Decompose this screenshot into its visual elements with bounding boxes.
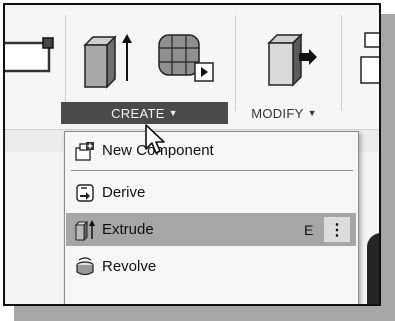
assemble-icon[interactable] [357, 27, 381, 87]
revolve-icon [76, 256, 94, 275]
modify-label: MODIFY [251, 105, 304, 121]
menu-item-label: Extrude [102, 221, 154, 238]
sketch-rectangle-icon[interactable] [5, 33, 57, 79]
toolbar-separator [65, 15, 66, 111]
new-component-icon [75, 141, 94, 161]
more-options-button[interactable]: ⋮ [324, 217, 350, 242]
create-form-icon[interactable] [155, 29, 225, 87]
create-dropdown-menu: New Component Derive Extrude E ⋮ Revolve [64, 131, 359, 304]
press-pull-icon[interactable] [263, 29, 319, 87]
toolbar-separator [235, 15, 236, 111]
extrude-tool-icon[interactable] [81, 31, 137, 89]
chevron-down-icon: ▼ [307, 108, 317, 118]
menu-item-label: Revolve [102, 258, 157, 275]
menu-item-derive[interactable]: Derive [66, 176, 356, 209]
extrude-icon [74, 219, 95, 241]
menu-item-label: Derive [102, 184, 146, 201]
derive-icon [76, 183, 94, 202]
menu-divider [71, 170, 353, 171]
canvas-viewport[interactable] [367, 233, 379, 304]
menu-item-revolve[interactable]: Revolve [66, 250, 356, 283]
screenshot-frame: CREATE ▼ MODIFY ▼ New Component Derive E… [3, 3, 381, 306]
toolbar-separator [341, 15, 342, 111]
create-label: CREATE [111, 105, 165, 121]
create-dropdown-button[interactable]: CREATE ▼ [61, 102, 228, 124]
menu-item-extrude[interactable]: Extrude E ⋮ [66, 213, 356, 246]
ribbon-toolbar: CREATE ▼ MODIFY ▼ [5, 5, 379, 129]
modify-dropdown-button[interactable]: MODIFY ▼ [241, 102, 327, 124]
chevron-down-icon: ▼ [168, 108, 178, 118]
mouse-pointer-icon [145, 124, 165, 154]
shortcut-key: E [304, 221, 314, 238]
menu-item-new-component[interactable]: New Component [66, 134, 356, 167]
